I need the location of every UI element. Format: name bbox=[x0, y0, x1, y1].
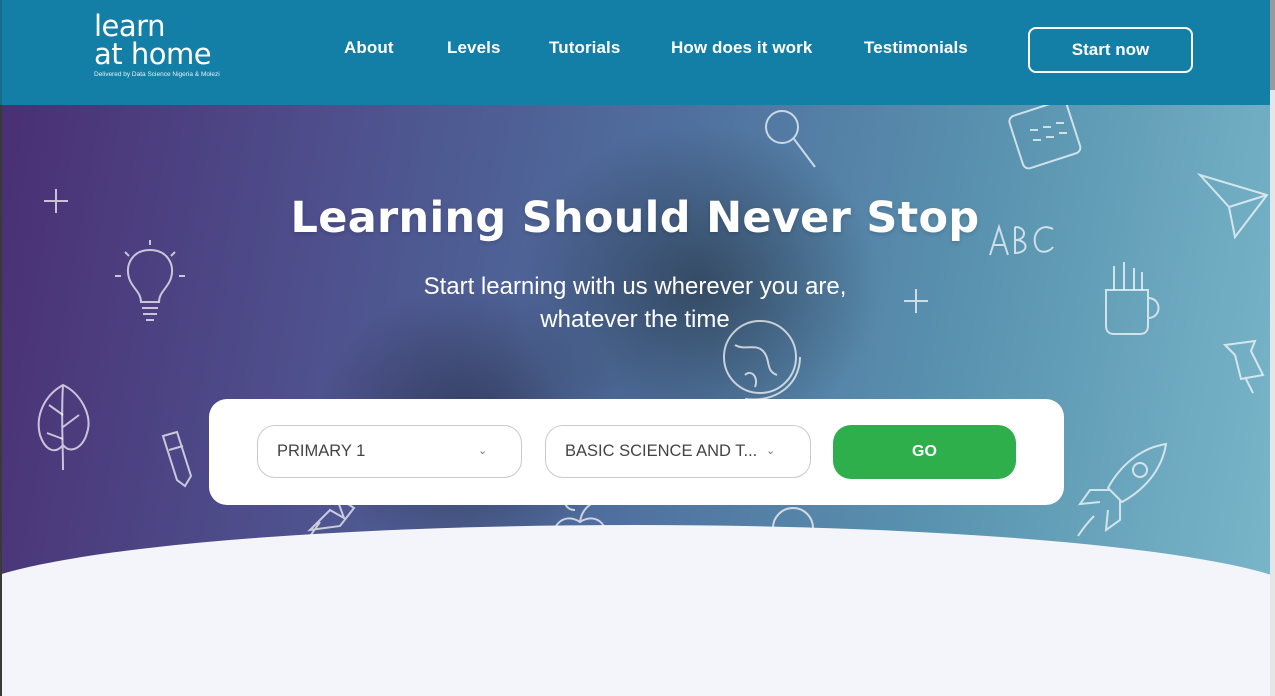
level-select[interactable]: PRIMARY 1 ⌄ bbox=[257, 425, 522, 478]
magnifier-doodle-icon bbox=[765, 110, 816, 168]
nav-about[interactable]: About bbox=[344, 38, 394, 58]
go-button[interactable]: GO bbox=[833, 425, 1016, 479]
nav-how-it-works[interactable]: How does it work bbox=[671, 38, 812, 58]
pushpin-doodle-icon bbox=[1222, 339, 1265, 394]
hero-subtitle-line-1: Start learning with us wherever you are, bbox=[423, 273, 847, 300]
hero-title: Learning Should Never Stop bbox=[290, 193, 980, 243]
logo-tagline: Delivered by Data Science Nigeria & Mole… bbox=[94, 71, 220, 78]
logo-line-2: at home bbox=[94, 37, 212, 71]
nav-tutorials[interactable]: Tutorials bbox=[549, 38, 620, 58]
hero-curve-divider bbox=[0, 525, 1275, 696]
crayon-doodle-icon bbox=[161, 430, 193, 488]
subject-select-value: BASIC SCIENCE AND T... bbox=[565, 442, 758, 460]
leaf-doodle-icon bbox=[37, 383, 90, 471]
logo[interactable]: learn at home Delivered by Data Science … bbox=[94, 9, 220, 79]
rocket-doodle-icon bbox=[1077, 442, 1168, 537]
nav-levels[interactable]: Levels bbox=[447, 38, 501, 58]
scrollbar-thumb[interactable] bbox=[1270, 0, 1275, 90]
logo-line-1: learn bbox=[94, 9, 165, 43]
search-panel: PRIMARY 1 ⌄ BASIC SCIENCE AND T... ⌄ GO bbox=[209, 399, 1064, 505]
level-select-value: PRIMARY 1 bbox=[277, 442, 366, 460]
nav-testimonials[interactable]: Testimonials bbox=[864, 38, 968, 58]
chevron-down-icon: ⌄ bbox=[478, 445, 488, 457]
window-left-edge bbox=[0, 105, 2, 696]
subject-select[interactable]: BASIC SCIENCE AND T... ⌄ bbox=[545, 425, 811, 478]
site-header: learn at home Delivered by Data Science … bbox=[0, 0, 1270, 105]
hero-subtitle-line-2: whatever the time bbox=[540, 306, 730, 333]
scrollbar[interactable] bbox=[1270, 0, 1275, 696]
chevron-down-icon: ⌄ bbox=[766, 445, 776, 457]
hero-subtitle: Start learning with us wherever you are,… bbox=[0, 270, 1270, 336]
calculator-doodle-icon bbox=[1008, 105, 1082, 170]
start-now-button[interactable]: Start now bbox=[1028, 27, 1193, 73]
